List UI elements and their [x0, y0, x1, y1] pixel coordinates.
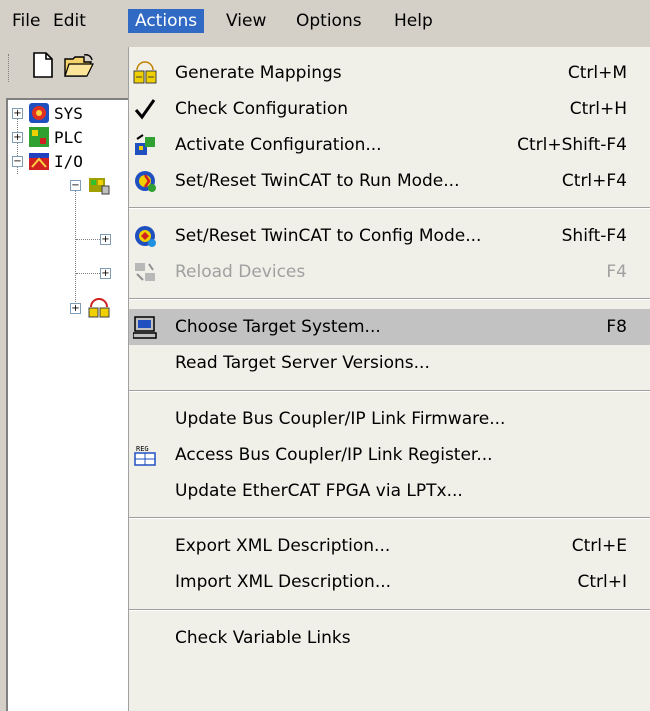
menu-item-check-configuration[interactable]: Check Configuration Ctrl+H [129, 91, 650, 127]
menu-options[interactable]: Options [293, 9, 365, 33]
menu-bar: File Edit Actions View Options Help [0, 0, 650, 40]
menu-item-run-mode[interactable]: Set/Reset TwinCAT to Run Mode... Ctrl+F4 [129, 163, 650, 199]
menu-item-shortcut: Ctrl+H [569, 99, 627, 119]
menu-item-shortcut: Ctrl+E [571, 536, 627, 556]
expand-icon[interactable]: + [70, 303, 81, 314]
expand-icon[interactable]: + [100, 268, 111, 279]
menu-separator [129, 298, 650, 300]
menu-item-access-bus-coupler-register[interactable]: REG Access Bus Coupler/IP Link Register.… [129, 437, 650, 473]
menu-item-shortcut: F4 [606, 262, 627, 282]
menu-item-read-target-server-versions[interactable]: Read Target Server Versions... [129, 345, 650, 381]
menu-item-shortcut: F8 [606, 317, 627, 337]
menu-item-shortcut: Shift-F4 [561, 226, 627, 246]
menu-separator [129, 390, 650, 392]
menu-item-update-ethercat-fpga[interactable]: Update EtherCAT FPGA via LPTx... [129, 473, 650, 509]
menu-actions[interactable]: Actions [128, 9, 205, 33]
menu-item-shortcut: Ctrl+I [577, 572, 627, 592]
menu-item-shortcut: Ctrl+Shift-F4 [517, 135, 627, 155]
collapse-icon[interactable]: − [12, 156, 23, 167]
new-file-icon[interactable] [32, 52, 54, 82]
menu-help[interactable]: Help [391, 9, 436, 33]
plc-icon[interactable] [28, 126, 50, 148]
menu-separator [129, 517, 650, 519]
reload-devices-icon [133, 260, 157, 284]
io-icon[interactable] [28, 150, 50, 172]
menu-item-label: Access Bus Coupler/IP Link Register... [175, 445, 493, 465]
menu-view[interactable]: View [223, 9, 269, 33]
menu-item-label: Check Variable Links [175, 628, 351, 648]
menu-item-label: Check Configuration [175, 99, 348, 119]
menu-item-label: Choose Target System... [175, 317, 381, 337]
menu-item-label: Export XML Description... [175, 536, 391, 556]
menu-item-label: Activate Configuration... [175, 135, 382, 155]
menu-item-label: Update EtherCAT FPGA via LPTx... [175, 481, 463, 501]
open-folder-icon[interactable] [64, 54, 94, 82]
menu-item-label: Set/Reset TwinCAT to Config Mode... [175, 226, 482, 246]
menu-item-config-mode[interactable]: Set/Reset TwinCAT to Config Mode... Shif… [129, 218, 650, 254]
generate-mappings-icon [133, 61, 157, 85]
svg-text:REG: REG [136, 445, 149, 453]
menu-item-label: Read Target Server Versions... [175, 353, 430, 373]
mappings-icon[interactable] [88, 297, 110, 319]
menu-edit[interactable]: Edit [50, 9, 89, 33]
menu-item-import-xml-description[interactable]: Import XML Description... Ctrl+I [129, 564, 650, 600]
expand-icon[interactable]: + [100, 234, 111, 245]
toolbar [0, 40, 130, 95]
menu-file[interactable]: File [9, 9, 43, 33]
computer-icon [132, 315, 157, 339]
actions-menu: Generate Mappings Ctrl+M Check Configura… [128, 47, 650, 711]
menu-item-label: Generate Mappings [175, 63, 342, 83]
menu-item-check-variable-links[interactable]: Check Variable Links [129, 620, 650, 656]
menu-item-generate-mappings[interactable]: Generate Mappings Ctrl+M [129, 55, 650, 91]
system-icon[interactable] [28, 102, 50, 124]
run-mode-icon [133, 169, 157, 193]
tree-guide-line [75, 180, 76, 308]
toolbar-grip[interactable] [8, 54, 12, 82]
expand-icon[interactable]: + [12, 132, 23, 143]
menu-item-update-bus-coupler-firmware[interactable]: Update Bus Coupler/IP Link Firmware... [129, 401, 650, 437]
menu-item-shortcut: Ctrl+F4 [561, 171, 627, 191]
menu-separator [129, 609, 650, 611]
tree-guide-line [76, 239, 100, 240]
register-icon: REG [133, 443, 157, 467]
menu-item-choose-target-system[interactable]: Choose Target System... F8 [129, 309, 650, 345]
activate-configuration-icon [133, 133, 157, 157]
menu-item-export-xml-description[interactable]: Export XML Description... Ctrl+E [129, 528, 650, 564]
tree-item-plc[interactable]: PLC [54, 128, 83, 147]
io-devices-icon[interactable] [88, 174, 110, 196]
tree-panel: + SYS + PLC − I/O − + + + [6, 98, 131, 711]
menu-item-label: Import XML Description... [175, 572, 392, 592]
menu-item-label: Reload Devices [175, 262, 306, 282]
menu-item-reload-devices[interactable]: Reload Devices F4 [129, 254, 650, 290]
collapse-icon[interactable]: − [70, 180, 81, 191]
menu-item-shortcut: Ctrl+M [567, 63, 627, 83]
menu-item-label: Update Bus Coupler/IP Link Firmware... [175, 409, 506, 429]
tree-item-system[interactable]: SYS [54, 104, 83, 123]
menu-separator [129, 207, 650, 209]
menu-item-activate-configuration[interactable]: Activate Configuration... Ctrl+Shift-F4 [129, 127, 650, 163]
menu-item-label: Set/Reset TwinCAT to Run Mode... [175, 171, 460, 191]
expand-icon[interactable]: + [12, 108, 23, 119]
tree-item-io[interactable]: I/O [54, 152, 83, 171]
config-mode-icon [133, 224, 157, 248]
checkmark-icon [133, 97, 157, 121]
tree-guide-line [76, 273, 100, 274]
